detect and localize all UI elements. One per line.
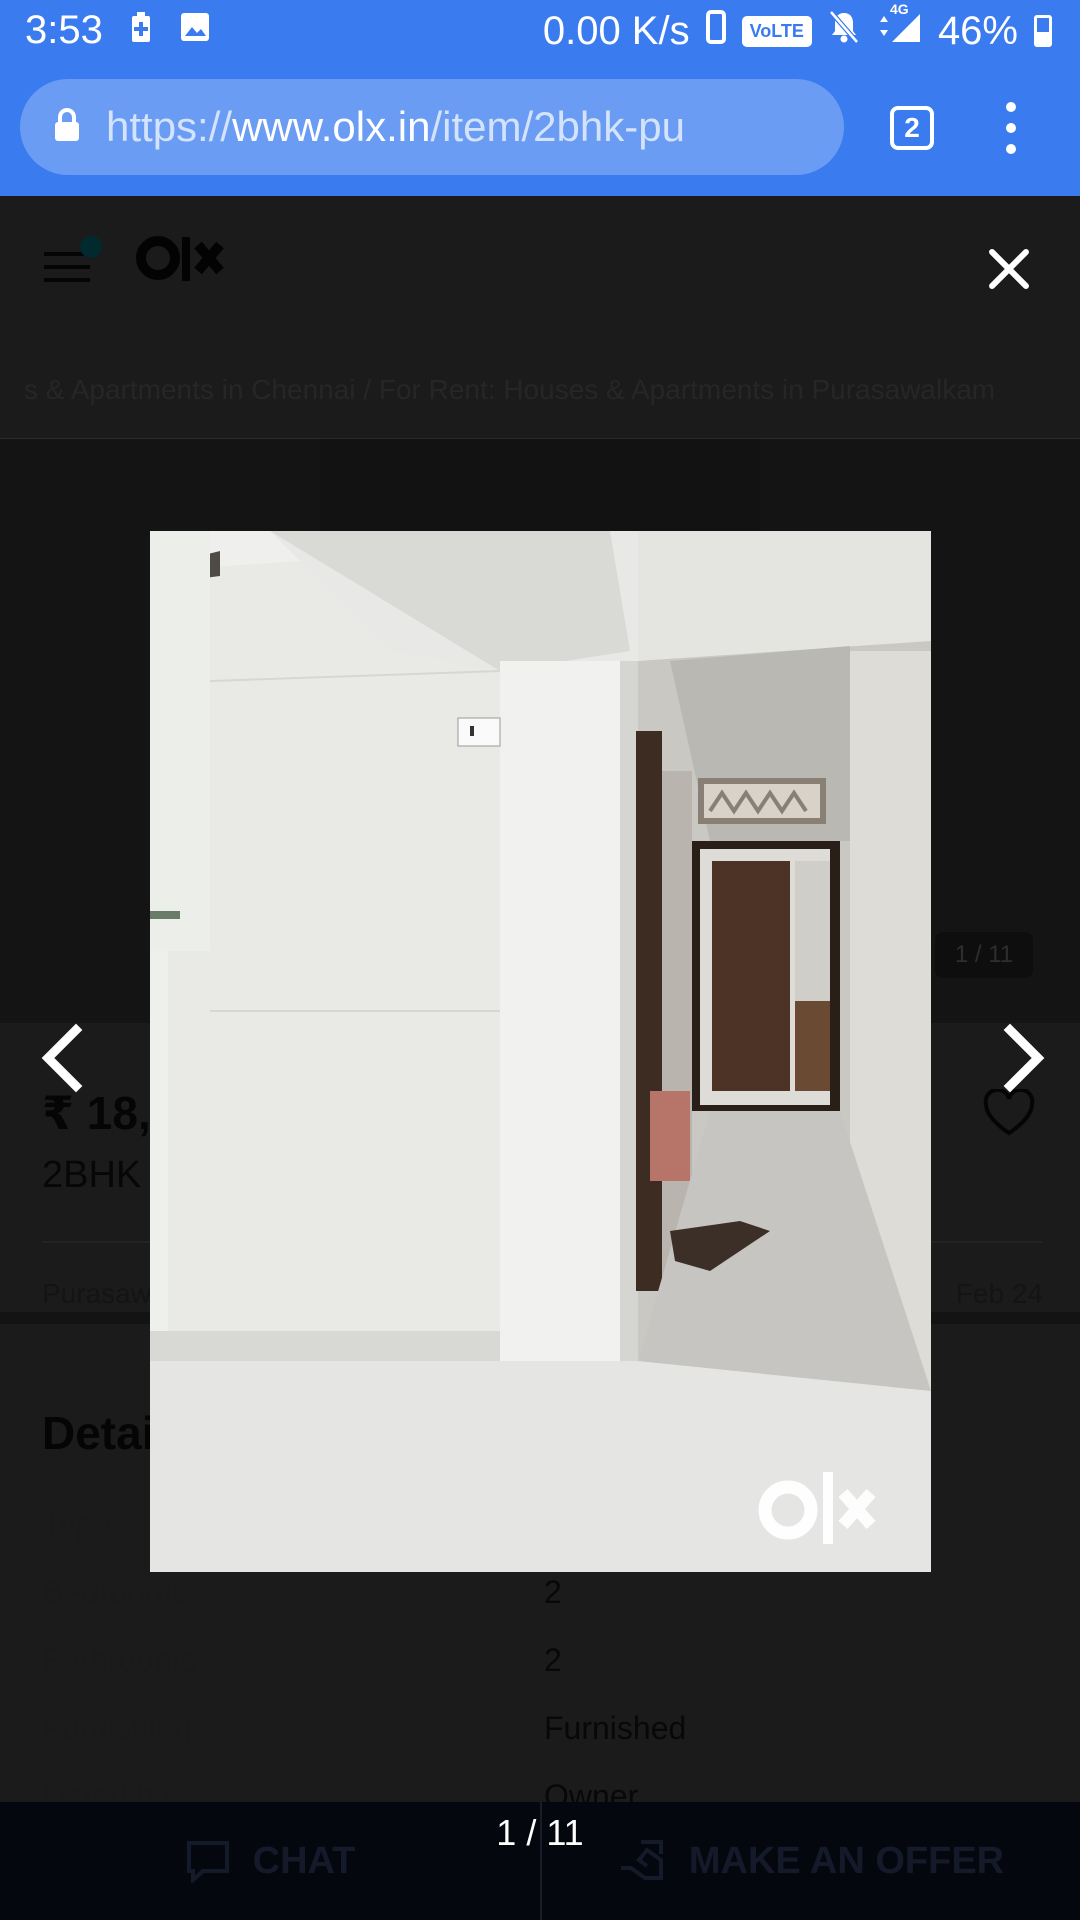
volte-badge: VoLTE — [741, 15, 812, 47]
gallery-counter: 1 / 11 — [496, 1812, 584, 1853]
listing-photo-counter: 1 / 11 — [935, 932, 1033, 978]
hamburger-menu-icon[interactable] — [44, 236, 102, 282]
favorite-heart-icon[interactable] — [982, 1087, 1036, 1150]
detail-key: Furnishing — [42, 1710, 192, 1746]
bell-muted-icon — [828, 9, 860, 54]
battery-saver-icon — [130, 12, 152, 49]
detail-key: Bedrooms — [42, 1574, 188, 1610]
url-scheme: https:// — [106, 103, 233, 150]
gallery-photo — [150, 531, 931, 1572]
phone-icon — [705, 9, 726, 54]
image-notification-icon — [180, 12, 210, 47]
status-time: 3:53 — [25, 8, 103, 52]
browser-toolbar: https://www.olx.in/item/2bhk-pu 2 — [0, 62, 1080, 196]
detail-key: Type — [42, 1506, 112, 1542]
next-photo-arrow-icon[interactable] — [998, 1020, 1048, 1096]
browser-menu-button[interactable] — [996, 102, 1026, 154]
status-right: 0.00 K/s VoLTE 4G 46% — [542, 1, 1080, 54]
detail-value: Furnished — [544, 1710, 687, 1746]
detail-value: 2 — [544, 1574, 562, 1610]
tab-switcher-button[interactable]: 2 — [890, 106, 934, 150]
battery-percent: 46% — [937, 8, 1018, 53]
notification-dot — [80, 236, 102, 258]
listing-title: 2BHK — [42, 1154, 142, 1196]
site-header — [0, 196, 1080, 334]
listing-location: Purasaw — [42, 1278, 151, 1309]
olx-logo[interactable] — [136, 230, 230, 297]
breadcrumb[interactable]: s & Apartments in Chennai / For Rent: Ho… — [24, 374, 995, 406]
close-gallery-icon[interactable] — [986, 246, 1032, 292]
net-speed: 0.00 K/s — [542, 8, 690, 53]
url-text: https://www.olx.in/item/2bhk-pu — [106, 103, 685, 151]
detail-key: Bathrooms — [42, 1642, 197, 1678]
network-type: 4G — [889, 0, 909, 17]
room-photo-illustration — [150, 531, 931, 1572]
previous-photo-arrow-icon[interactable] — [38, 1020, 88, 1096]
battery-icon — [1034, 15, 1052, 47]
address-bar[interactable]: https://www.olx.in/item/2bhk-pu — [20, 79, 844, 175]
status-bar: 3:53 0.00 K/s VoLTE 4G 46% — [0, 0, 1080, 62]
details-heading: Detai — [42, 1407, 155, 1459]
signal-4g-icon: 4G — [876, 1, 922, 54]
url-host: www.olx.in — [232, 103, 431, 150]
lock-icon — [54, 107, 80, 147]
detail-value: 2 — [544, 1642, 562, 1678]
listing-date: Feb 24 — [955, 1278, 1043, 1309]
url-path: /item/2bhk-pu — [430, 103, 685, 150]
